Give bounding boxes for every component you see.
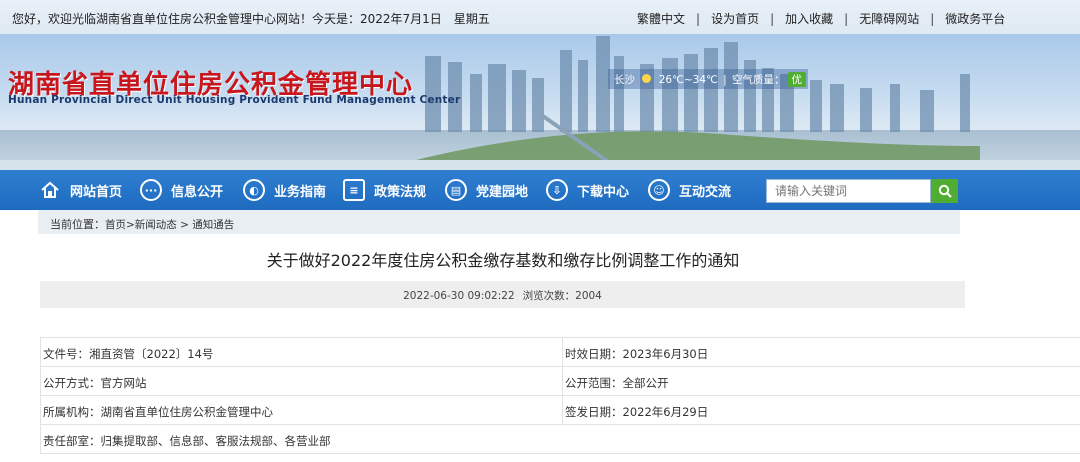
- table-row: 责任部室：归集提取部、信息部、客服法规部、各营业部: [40, 425, 1080, 454]
- air-quality-badge: 优: [787, 72, 807, 87]
- sun-icon: [642, 74, 652, 83]
- top-bar: 您好，欢迎光临湖南省直单位住房公积金管理中心网站！今天是：2022年7月1日 星…: [0, 0, 1080, 34]
- nav-item-business-guide[interactable]: ◐ 业务指南: [243, 170, 326, 210]
- search-icon: [938, 184, 952, 198]
- list-icon: ▤: [445, 179, 467, 201]
- set-homepage-link[interactable]: 设为首页: [711, 12, 759, 26]
- micro-gov-link[interactable]: 微政务平台: [945, 12, 1005, 26]
- weather-temp: 26℃~34℃: [658, 74, 718, 86]
- breadcrumb-label: 当前位置：: [50, 218, 105, 231]
- publish-scope: 公开范围：全部公开: [562, 367, 1080, 396]
- top-links: 繁體中文 | 设为首页 | 加入收藏 | 无障碍网站 | 微政务平台: [637, 12, 1006, 26]
- views-count: 2004: [575, 290, 602, 302]
- book-icon: ≡: [343, 179, 365, 201]
- breadcrumb-path[interactable]: 首页>新闻动态 > 通知通告: [105, 219, 234, 231]
- search-input[interactable]: [766, 179, 931, 203]
- article-title: 关于做好2022年度住房公积金缴存基数和缴存比例调整工作的通知: [266, 251, 740, 270]
- home-icon: [41, 181, 59, 198]
- organization: 所属机构：湖南省直单位住房公积金管理中心: [40, 396, 562, 425]
- add-favorite-link[interactable]: 加入收藏: [785, 12, 833, 26]
- doc-number: 文件号：湘直资管〔2022〕14号: [40, 338, 562, 367]
- chat-icon: ···: [140, 179, 162, 201]
- compass-icon: ◐: [243, 179, 265, 201]
- publish-mode: 公开方式：官方网站: [40, 367, 562, 396]
- accessibility-link[interactable]: 无障碍网站: [859, 12, 919, 26]
- valid-date: 时效日期：2023年6月30日: [562, 338, 1080, 367]
- nav-item-info-disclosure[interactable]: ··· 信息公开: [140, 170, 223, 210]
- search-button[interactable]: [931, 179, 958, 203]
- site-subtitle: Hunan Provincial Direct Unit Housing Pro…: [8, 94, 461, 106]
- weather-widget: 长沙 26℃~34℃ | 空气质量：优: [608, 69, 808, 89]
- table-row: 所属机构：湖南省直单位住房公积金管理中心 签发日期：2022年6月29日: [40, 396, 1080, 425]
- user-icon: ☺: [648, 179, 670, 201]
- download-icon: ⇩: [546, 179, 568, 201]
- traditional-chinese-link[interactable]: 繁體中文: [637, 12, 685, 26]
- nav-item-party-building[interactable]: ▤ 党建园地: [445, 170, 528, 210]
- weather-city: 长沙: [614, 74, 635, 86]
- nav-item-home[interactable]: 网站首页: [39, 170, 122, 210]
- nav-item-download[interactable]: ⇩ 下载中心: [546, 170, 629, 210]
- issue-date: 签发日期：2022年6月29日: [562, 396, 1080, 425]
- responsible-departments: 责任部室：归集提取部、信息部、客服法规部、各营业部: [40, 425, 1080, 454]
- table-row: 文件号：湘直资管〔2022〕14号 时效日期：2023年6月30日: [40, 338, 1080, 367]
- article-meta: 2022-06-30 09:02:22 浏览次数：2004: [40, 281, 965, 308]
- search-box: [766, 179, 958, 203]
- air-quality-label: 空气质量：: [732, 74, 785, 86]
- header-banner: 湖南省直单位住房公积金管理中心 Hunan Provincial Direct …: [0, 34, 1080, 170]
- document-info-table: 文件号：湘直资管〔2022〕14号 时效日期：2023年6月30日 公开方式：官…: [40, 337, 1080, 454]
- nav-item-interaction[interactable]: ☺ 互动交流: [648, 170, 731, 210]
- publish-datetime: 2022-06-30 09:02:22: [403, 290, 515, 302]
- table-row: 公开方式：官方网站 公开范围：全部公开: [40, 367, 1080, 396]
- nav-item-policy[interactable]: ≡ 政策法规: [343, 170, 426, 210]
- welcome-text: 您好，欢迎光临湖南省直单位住房公积金管理中心网站！今天是：2022年7月1日 星…: [12, 12, 490, 26]
- breadcrumb: 当前位置：首页>新闻动态 > 通知通告: [38, 210, 960, 234]
- views-label: 浏览次数：: [522, 290, 576, 302]
